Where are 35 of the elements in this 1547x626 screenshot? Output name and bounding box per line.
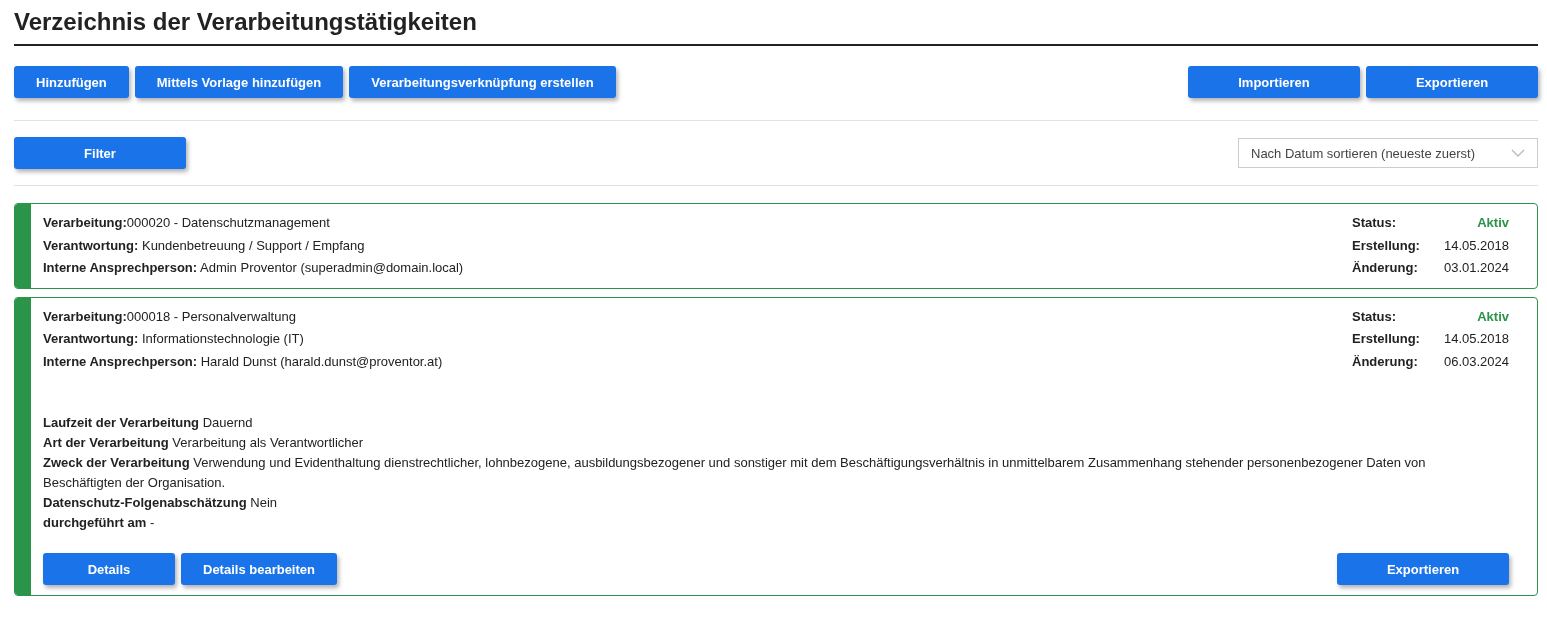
meta-label: Änderung:: [1352, 259, 1419, 277]
detail-field: Datenschutz-Folgenabschätzung Nein: [43, 493, 1483, 513]
record-field: Verarbeitung:000018 - Personalverwaltung: [43, 305, 443, 328]
toolbar-button[interactable]: Verarbeitungsverknüpfung erstellen: [349, 66, 616, 98]
meta-value: 14.05.2018: [1443, 330, 1509, 348]
record-field: Verantwortung: Kundenbetreuung / Support / Empfang: [43, 234, 464, 257]
meta-label: Erstellung:: [1352, 236, 1420, 255]
record-button[interactable]: Details bearbeiten: [181, 553, 337, 585]
detail-field: durchgeführt am -: [43, 513, 1483, 533]
meta-value: 06.03.2024: [1443, 352, 1509, 371]
meta-value: 03.01.2024: [1443, 259, 1509, 277]
meta-label: Erstellung:: [1352, 330, 1420, 348]
detail-field: Zweck der Verarbeitung Verwendung und Evidenthaltung dienstrechtlicher, lohnbezogene, ausbildungsbezogener und sonstiger mit dem Beschäftigungsverhältnis in unmittelbarem Zusammenhang stehender personenbezogener Daten von Beschäftigten der Organisation.: [43, 453, 1483, 493]
sort-dropdown[interactable]: Nach Datum sortieren (neueste zuerst): [1238, 138, 1538, 168]
record-field: Verantwortung: Informationstechnologie (IT): [43, 328, 443, 351]
meta-label: Status:: [1352, 307, 1398, 326]
toolbar-button[interactable]: Hinzufügen: [14, 66, 129, 98]
record-field: Interne Ansprechperson: Harald Dunst (harald.dunst@proventor.at): [43, 350, 443, 373]
detail-field: Art der Verarbeitung Verarbeitung als Verantwortlicher: [43, 433, 1483, 453]
meta-label: Änderung:: [1352, 352, 1419, 371]
meta-value: Aktiv: [1476, 307, 1509, 326]
record-field: Verarbeitung:000020 - Datenschutzmanagement: [43, 212, 464, 235]
page-title: Verzeichnis der Verarbeitungstätigkeiten: [14, 4, 1538, 46]
record-button[interactable]: Exportieren: [1337, 553, 1509, 585]
meta-label: Status:: [1352, 214, 1398, 232]
toolbar-button[interactable]: Mittels Vorlage hinzufügen: [134, 66, 344, 98]
toolbar-button[interactable]: Importieren: [1188, 66, 1360, 98]
filter-button[interactable]: Filter: [14, 137, 186, 169]
detail-field: Laufzeit der Verarbeitung Dauernd: [43, 413, 1483, 433]
record-button[interactable]: Details: [43, 553, 175, 585]
toolbar-button[interactable]: Exportieren: [1366, 66, 1538, 98]
chevron-down-icon: [1511, 149, 1525, 157]
meta-value: 14.05.2018: [1443, 236, 1509, 255]
meta-value: Aktiv: [1476, 214, 1509, 232]
record-field: Interne Ansprechperson: Admin Proventor (superadmin@domain.local): [43, 257, 464, 280]
